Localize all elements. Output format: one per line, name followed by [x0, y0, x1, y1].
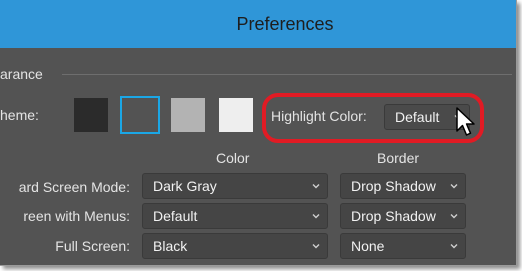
full-screen-color-select[interactable]: Black [142, 233, 328, 259]
full-screen-menus-color-select[interactable]: Default [142, 203, 328, 229]
dialog-title: Preferences [236, 14, 334, 34]
select-value: Default [153, 208, 198, 224]
preferences-dialog: Preferences arance heme: Highlight Color… [0, 0, 517, 266]
theme-swatch-light[interactable] [219, 98, 253, 132]
highlight-color-label: Highlight Color: [271, 108, 367, 124]
highlight-color-value: Default [395, 109, 440, 125]
theme-swatch-medium[interactable] [171, 98, 205, 132]
select-value: Drop Shadow [351, 178, 436, 194]
column-header-color: Color [216, 150, 250, 166]
standard-screen-border-select[interactable]: Drop Shadow [340, 173, 466, 199]
mouse-cursor-icon [456, 107, 475, 136]
select-value: Black [153, 238, 188, 254]
chevron-down-icon [312, 214, 320, 219]
theme-swatch-dark-selected[interactable] [120, 96, 160, 134]
theme-swatch-darkest[interactable] [74, 98, 108, 132]
theme-label: heme: [0, 107, 39, 123]
standard-screen-color-select[interactable]: Dark Gray [142, 173, 328, 199]
column-header-border: Border [377, 150, 420, 166]
full-screen-menus-border-select[interactable]: Drop Shadow [340, 203, 466, 229]
section-divider [62, 74, 512, 75]
select-value: Drop Shadow [351, 208, 436, 224]
row-label-standard-screen-mode: ard Screen Mode: [18, 179, 130, 195]
row-label-full-screen: Full Screen: [55, 238, 130, 254]
chevron-down-icon [312, 244, 320, 249]
chevron-down-icon [450, 214, 458, 219]
select-value: Dark Gray [153, 178, 217, 194]
chevron-down-icon [312, 184, 320, 189]
chevron-down-icon [450, 184, 458, 189]
appearance-section-label: arance [0, 66, 43, 82]
title-bar: Preferences [0, 0, 516, 48]
select-value: None [351, 238, 385, 254]
full-screen-border-select[interactable]: None [340, 233, 466, 259]
chevron-down-icon [450, 244, 458, 249]
row-label-full-screen-with-menus: reen with Menus: [23, 208, 130, 224]
